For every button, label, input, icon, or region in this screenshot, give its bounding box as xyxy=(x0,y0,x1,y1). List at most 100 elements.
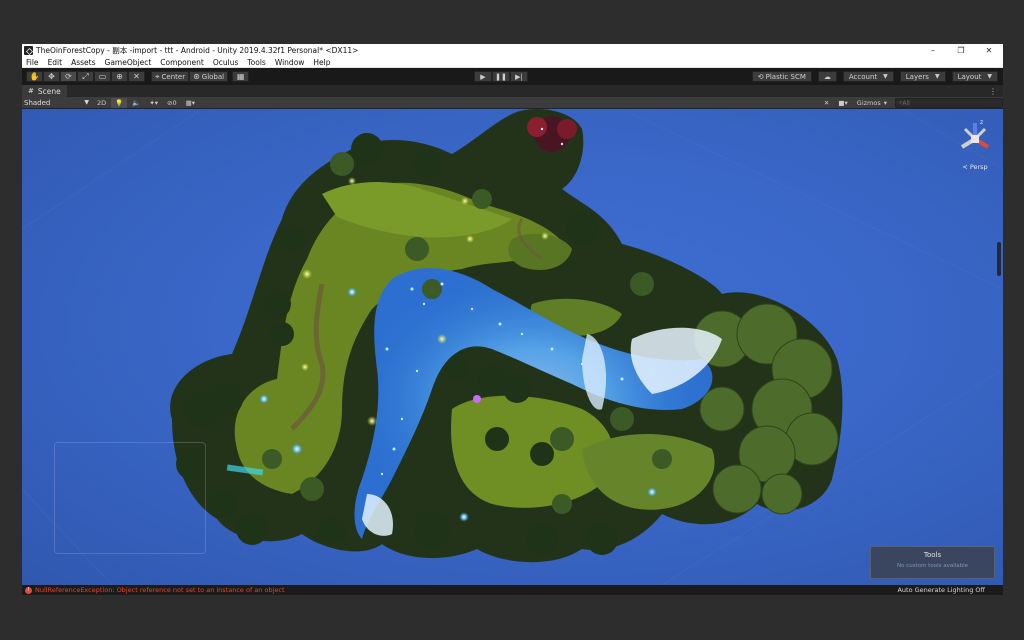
pause-icon: ❚❚ xyxy=(495,72,507,81)
effects-dropdown[interactable]: ✦▾ xyxy=(145,98,162,108)
lighting-toggle[interactable]: 💡 xyxy=(111,97,128,108)
transform-tool-icon: ⊕ xyxy=(116,71,123,81)
svg-text:z: z xyxy=(980,119,983,126)
plastic-scm-label: Plastic SCM xyxy=(765,72,806,81)
hand-tool-button[interactable]: ✋ xyxy=(26,71,43,82)
play-icon: ▶ xyxy=(480,72,486,81)
menu-gameobject[interactable]: GameObject xyxy=(101,58,157,67)
chevron-down-icon: ▾ xyxy=(883,99,887,107)
2d-toggle[interactable]: 2D xyxy=(93,98,110,108)
scale-tool-button[interactable]: ⤢ xyxy=(77,71,94,82)
layout-dropdown[interactable]: Layout ▼ xyxy=(951,71,998,82)
audio-toggle[interactable]: 🔈 xyxy=(128,98,144,108)
scene-tab-bar: # Scene ⋮ xyxy=(22,85,1003,97)
hidden-count: 0 xyxy=(172,98,177,107)
close-button[interactable]: ✕ xyxy=(975,44,1003,57)
tools-panel-subtitle: No custom tools available xyxy=(896,563,969,569)
projection-text: Persp xyxy=(969,163,988,171)
tab-scene-label: Scene xyxy=(37,86,61,96)
persp-icon: ≺ xyxy=(962,163,970,171)
rotate-tool-icon: ⟳ xyxy=(65,71,72,81)
menu-help[interactable]: Help xyxy=(309,58,335,67)
pivot-icon: ⌖ xyxy=(155,71,160,81)
chevron-down-icon: ▼ xyxy=(84,99,89,106)
more-options-icon[interactable]: ⋮ xyxy=(989,87,997,96)
layers-dropdown[interactable]: Layers ▼ xyxy=(899,71,946,82)
search-placeholder: All xyxy=(902,99,910,107)
scene-viewport[interactable]: z ≺ Persp Tools No custom tools availabl… xyxy=(22,109,1003,585)
rotate-tool-button[interactable]: ⟳ xyxy=(60,71,77,82)
tab-scene[interactable]: # Scene xyxy=(22,85,67,97)
camera-dropdown[interactable]: ■▾ xyxy=(834,98,851,108)
plastic-scm-button[interactable]: ⟲ Plastic SCM xyxy=(751,71,812,82)
lightbulb-icon: 💡 xyxy=(115,98,124,107)
step-button[interactable]: ▶| xyxy=(510,71,528,82)
cloud-icon: ☁ xyxy=(823,72,831,81)
plastic-scm-icon: ⟲ xyxy=(757,72,764,81)
maximize-button[interactable]: ❐ xyxy=(947,44,975,57)
custom-tool-icon: ✕ xyxy=(133,71,140,81)
shading-mode-label: Shaded xyxy=(24,98,51,107)
custom-tool-button[interactable]: ✕ xyxy=(128,71,145,82)
rect-tool-button[interactable]: ▭ xyxy=(94,71,111,82)
step-icon: ▶| xyxy=(515,72,523,81)
viewport-scroll-handle[interactable] xyxy=(997,242,1001,276)
menu-edit[interactable]: Edit xyxy=(44,58,68,67)
menu-file[interactable]: File xyxy=(22,58,44,67)
toolbar-right: ⟲ Plastic SCM ☁ Account ▼ Layers ▼ Layout ▼ xyxy=(746,71,998,82)
move-tool-icon: ✥ xyxy=(48,71,55,81)
hand-tool-icon: ✋ xyxy=(29,71,40,81)
menu-window[interactable]: Window xyxy=(271,58,310,67)
tools-overlay-panel: Tools No custom tools available xyxy=(870,546,995,579)
pivot-rotation-button[interactable]: ⊛ Global xyxy=(189,71,229,82)
tools-toggle[interactable]: ✕ xyxy=(820,98,833,108)
play-controls: ▶ ❚❚ ▶| xyxy=(474,71,528,82)
pause-button[interactable]: ❚❚ xyxy=(492,71,510,82)
error-icon: ! xyxy=(25,586,32,594)
title-bar: TheOinForestCopy - 副本 -import - ttt - An… xyxy=(22,44,1003,57)
shading-mode-dropdown[interactable]: Shaded ▼ xyxy=(22,98,92,108)
menu-component[interactable]: Component xyxy=(156,58,209,67)
chevron-down-icon: ▼ xyxy=(883,73,888,80)
scene-overlay-frame xyxy=(54,442,206,554)
wrench-icon: ✕ xyxy=(823,99,830,107)
unity-editor-window: TheOinForestCopy - 副本 -import - ttt - An… xyxy=(22,44,1003,595)
menu-tools[interactable]: Tools xyxy=(243,58,270,67)
tools-panel-title: Tools xyxy=(923,551,942,559)
scale-tool-icon: ⤢ xyxy=(82,71,89,81)
layout-label: Layout xyxy=(957,72,982,81)
lighting-status[interactable]: Auto Generate Lighting Off xyxy=(897,586,985,594)
menu-assets[interactable]: Assets xyxy=(67,58,100,67)
orientation-gizmo[interactable]: z ≺ Persp xyxy=(955,117,995,173)
projection-label[interactable]: ≺ Persp xyxy=(955,163,995,171)
chevron-down-icon: ▼ xyxy=(934,73,940,80)
minimize-button[interactable]: – xyxy=(919,44,947,57)
menu-bar: File Edit Assets GameObject Component Oc… xyxy=(22,57,1003,68)
transform-tool-button[interactable]: ⊕ xyxy=(111,71,128,82)
layers-label: Layers xyxy=(905,72,929,81)
menu-oculus[interactable]: Oculus xyxy=(209,58,244,67)
camera-icon: ■▾ xyxy=(838,99,848,107)
grid-snap-button[interactable]: ▦ xyxy=(232,71,250,82)
gizmos-label: Gizmos xyxy=(856,99,881,107)
axis-gizmo-icon: z xyxy=(960,119,990,149)
chevron-down-icon: ▼ xyxy=(987,73,992,80)
main-toolbar: ✋ ✥ ⟳ ⤢ ▭ ⊕ ✕ ⌖ Center ⊛ Global ▦ ▶ ❚❚ ▶… xyxy=(22,68,1003,85)
account-dropdown[interactable]: Account ▼ xyxy=(842,71,894,82)
scene-icon: # xyxy=(28,87,34,95)
cloud-button[interactable]: ☁ xyxy=(817,71,837,82)
move-tool-button[interactable]: ✥ xyxy=(43,71,60,82)
status-bar: ! NullReferenceException: Object referen… xyxy=(22,585,1003,595)
scene-search-input[interactable]: ⌕ All xyxy=(895,98,1003,108)
pivot-mode-button[interactable]: ⌖ Center xyxy=(151,71,190,82)
scene-toolbar: Shaded ▼ 2D 💡 🔈 ✦▾ ⊘ 0 ▦▾ ✕ ■▾ Gizmos ▾ ⌕… xyxy=(22,97,1003,109)
grid-icon: ▦▾ xyxy=(185,98,196,107)
account-label: Account xyxy=(848,72,878,81)
globe-icon: ⊛ xyxy=(193,71,200,81)
play-button[interactable]: ▶ xyxy=(474,71,492,82)
visibility-toggle[interactable]: ⊘ 0 xyxy=(163,98,181,108)
grid-dropdown[interactable]: ▦▾ xyxy=(182,98,199,108)
window-title: TheOinForestCopy - 副本 -import - ttt - An… xyxy=(36,46,359,55)
console-error-message[interactable]: NullReferenceException: Object reference… xyxy=(35,586,285,594)
gizmos-dropdown[interactable]: Gizmos ▾ xyxy=(853,98,891,108)
